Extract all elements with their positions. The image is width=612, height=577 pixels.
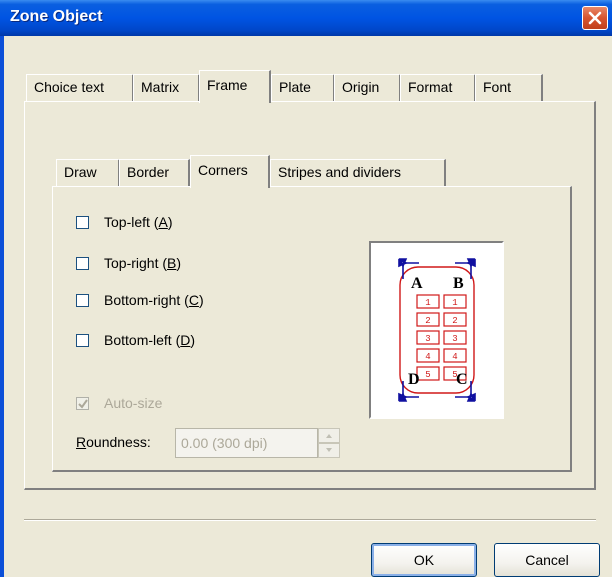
corner-label-c: C <box>456 371 468 388</box>
top-right-checkbox-row[interactable]: Top-right (B) <box>76 253 181 273</box>
tab-matrix[interactable]: Matrix <box>133 74 200 101</box>
corner-label-a: A <box>411 275 423 292</box>
preview-cell: 2 <box>416 312 440 327</box>
tab-format[interactable]: Format <box>400 74 476 101</box>
corners-preview: 1122334455 A B C D <box>369 241 504 419</box>
preview-cell: 3 <box>416 330 440 345</box>
close-button[interactable] <box>582 6 608 30</box>
preview-cell-label: 2 <box>425 316 430 326</box>
preview-cell: 1 <box>416 294 440 309</box>
preview-cell-label: 1 <box>452 298 457 308</box>
corner-label-b: B <box>453 275 464 292</box>
preview-cell-label: 3 <box>425 334 430 344</box>
title-bar[interactable]: Zone Object <box>0 0 612 36</box>
spin-up-button[interactable] <box>318 428 340 443</box>
preview-cell: 4 <box>443 348 467 363</box>
tab-font[interactable]: Font <box>475 74 543 101</box>
cancel-button[interactable]: Cancel <box>494 543 600 577</box>
tab-plate[interactable]: Plate <box>271 74 335 101</box>
roundness-spinner[interactable] <box>318 428 340 458</box>
bottom-left-checkbox[interactable] <box>76 333 89 347</box>
tab-origin[interactable]: Origin <box>334 74 401 101</box>
preview-cell: 5 <box>416 366 440 381</box>
roundness-input[interactable]: 0.00 (300 dpi) <box>175 428 318 458</box>
roundness-label: Roundness: <box>76 434 151 450</box>
preview-cell-label: 3 <box>452 334 457 344</box>
preview-cells: 1 12 23 34 45 5 <box>416 294 467 381</box>
auto-size-checkbox-row[interactable]: Auto-size <box>76 393 162 413</box>
preview-cell-label: 1 <box>425 298 430 308</box>
corner-label-d: D <box>408 371 420 388</box>
preview-cell-label: 5 <box>425 370 430 380</box>
arrow-down-icon <box>326 448 332 452</box>
top-left-checkbox[interactable] <box>76 215 89 229</box>
top-right-checkbox[interactable] <box>76 256 89 270</box>
top-right-label: Top-right (B) <box>104 255 182 271</box>
preview-cell-label: 4 <box>425 352 430 362</box>
button-separator <box>24 519 596 521</box>
top-left-checkbox-row[interactable]: Top-left (A) <box>76 212 172 232</box>
preview-cell: 2 <box>443 312 467 327</box>
auto-size-label: Auto-size <box>104 395 163 411</box>
preview-cell-label: 2 <box>452 316 457 326</box>
top-left-label: Top-left (A) <box>104 214 173 230</box>
preview-cell: 3 <box>443 330 467 345</box>
preview-cell: 1 <box>443 294 467 309</box>
arrow-up-icon <box>326 434 332 438</box>
bottom-left-label: Bottom-left (D) <box>104 332 196 348</box>
bottom-right-label: Bottom-right (C) <box>104 292 204 308</box>
close-icon <box>588 11 602 25</box>
bottom-right-checkbox-row[interactable]: Bottom-right (C) <box>76 290 204 310</box>
bottom-right-checkbox[interactable] <box>76 293 89 307</box>
checkmark-icon <box>78 398 88 409</box>
window-title: Zone Object <box>10 8 103 25</box>
tab-frame[interactable]: Frame <box>199 70 271 103</box>
ok-button[interactable]: OK <box>371 543 477 577</box>
spin-down-button[interactable] <box>318 443 340 458</box>
preview-cell: 4 <box>416 348 440 363</box>
preview-cell-label: 4 <box>452 352 457 362</box>
corners-preview-drawing: 1 12 23 34 45 5 A B C D <box>398 258 476 402</box>
tab-choice-text[interactable]: Choice text <box>26 74 134 101</box>
tab-corners[interactable]: Corners <box>190 155 270 188</box>
bottom-left-checkbox-row[interactable]: Bottom-left (D) <box>76 330 195 350</box>
auto-size-checkbox[interactable] <box>76 396 89 410</box>
